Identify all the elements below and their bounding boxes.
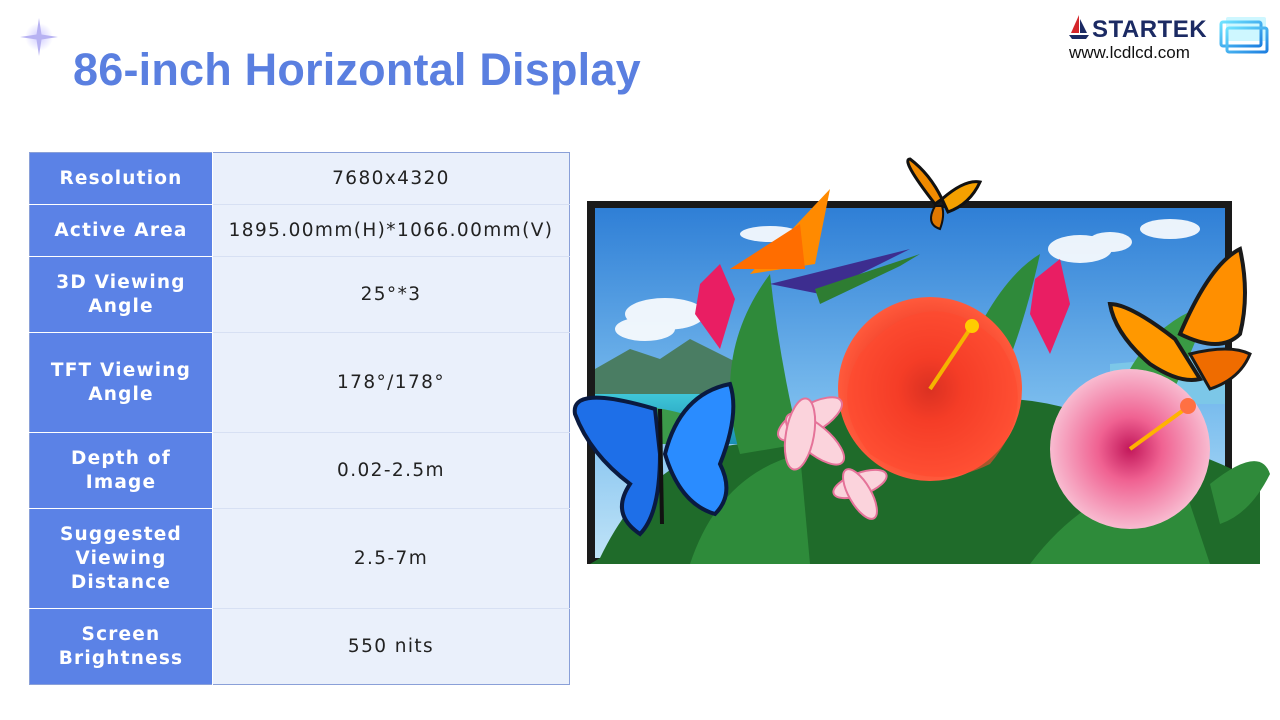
table-row: 3D Viewing Angle 25°*3 xyxy=(29,256,570,333)
spec-value: 1895.00mm(H)*1066.00mm(V) xyxy=(212,204,570,257)
page-title: 86-inch Horizontal Display xyxy=(73,44,641,95)
sailboat-icon xyxy=(1069,15,1089,39)
startek-logo: STARTEK www.lcdlcd.com xyxy=(1066,12,1272,66)
table-row: Depth of Image 0.02-2.5m xyxy=(29,432,570,509)
spec-label: 3D Viewing Angle xyxy=(29,256,213,333)
sparkle-icon xyxy=(20,18,58,56)
spec-label: Screen Brightness xyxy=(29,608,213,685)
spec-label: Resolution xyxy=(29,152,213,205)
logo-brand: STARTEK xyxy=(1092,16,1208,43)
spec-label: TFT Viewing Angle xyxy=(29,332,213,433)
spec-label: Active Area xyxy=(29,204,213,257)
spec-value: 7680x4320 xyxy=(212,152,570,205)
logo-url: www.lcdlcd.com xyxy=(1069,43,1190,62)
spec-value: 0.02-2.5m xyxy=(212,432,570,509)
screens-icon xyxy=(1219,17,1269,54)
red-hibiscus xyxy=(838,297,1022,481)
spec-value: 178°/178° xyxy=(212,332,570,433)
table-row: Resolution 7680x4320 xyxy=(29,152,570,205)
table-row: Screen Brightness 550 nits xyxy=(29,608,570,685)
spec-value: 2.5-7m xyxy=(212,508,570,609)
spec-value: 25°*3 xyxy=(212,256,570,333)
pink-hibiscus xyxy=(1050,369,1210,529)
table-row: TFT Viewing Angle 178°/178° xyxy=(29,332,570,433)
spec-table: Resolution 7680x4320 Active Area 1895.00… xyxy=(29,152,570,685)
spec-value: 550 nits xyxy=(212,608,570,685)
table-row: Active Area 1895.00mm(H)*1066.00mm(V) xyxy=(29,204,570,257)
spec-label: Depth of Image xyxy=(29,432,213,509)
display-illustration xyxy=(572,157,1270,564)
spec-label: Suggested Viewing Distance xyxy=(29,508,213,609)
table-row: Suggested Viewing Distance 2.5-7m xyxy=(29,508,570,609)
